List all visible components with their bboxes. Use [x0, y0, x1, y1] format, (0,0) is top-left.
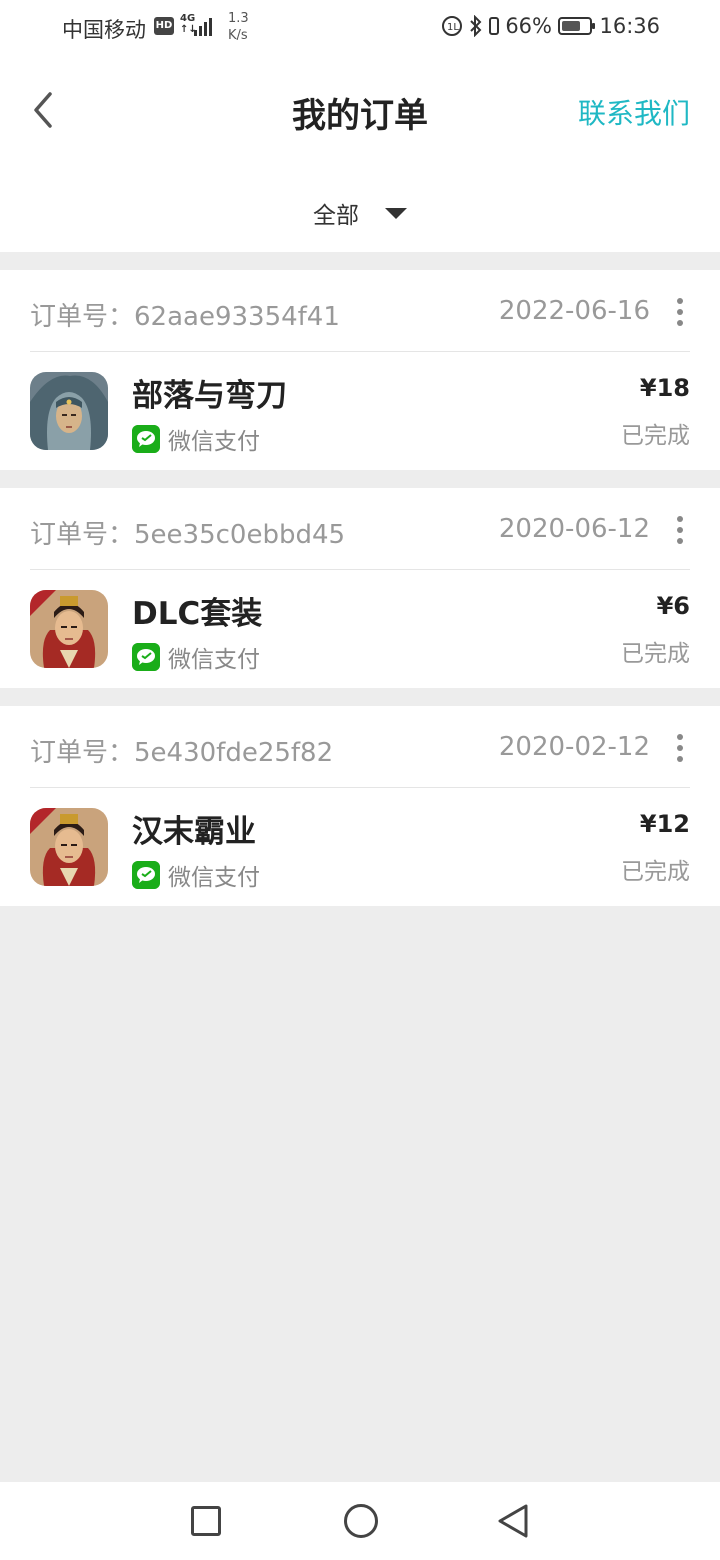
wechat-pay-icon: [132, 861, 160, 889]
game-name: 部落与弯刀: [132, 378, 287, 414]
order-price: ¥18: [639, 374, 690, 402]
hd-badge: HD: [154, 17, 174, 35]
order-status: 已完成: [621, 641, 690, 667]
payment-label: 微信支付: [168, 865, 260, 891]
order-price: ¥6: [656, 592, 690, 620]
order-number: 订单号：5ee35c0ebbd45: [30, 520, 346, 550]
clock: 16:36: [599, 14, 660, 38]
system-navigation-bar: [0, 1482, 720, 1560]
contact-us-link[interactable]: 联系我们: [578, 92, 690, 132]
vibrate-icon: [489, 17, 500, 35]
back-triangle-icon[interactable]: [496, 1502, 530, 1540]
network-speed: 1.3 K/s: [228, 11, 249, 43]
more-options-icon[interactable]: [670, 298, 690, 326]
home-button[interactable]: [344, 1504, 378, 1538]
game-name: DLC套装: [132, 596, 263, 632]
order-card[interactable]: 订单号：62aae93354f41 2022-06-16 部落与弯刀 微信支付: [0, 270, 720, 470]
svg-text:1L: 1L: [447, 22, 459, 33]
wechat-pay-icon: [132, 425, 160, 453]
order-header: 订单号：5ee35c0ebbd45 2020-06-12: [30, 488, 690, 570]
carrier-name: 中国移动: [62, 18, 146, 42]
battery-percent: 66%: [505, 14, 552, 38]
order-header: 订单号：5e430fde25f82 2020-02-12: [30, 706, 690, 788]
game-icon-tribe: [30, 372, 108, 450]
recent-apps-button[interactable]: [191, 1506, 221, 1536]
game-icon-han: [30, 808, 108, 886]
payment-method: 微信支付: [132, 640, 260, 674]
payment-method: 微信支付: [132, 422, 260, 456]
bluetooth-icon: [470, 15, 482, 37]
order-number: 订单号：5e430fde25f82: [30, 738, 334, 768]
order-list: 订单号：62aae93354f41 2022-06-16 部落与弯刀 微信支付: [0, 252, 720, 906]
order-card[interactable]: 订单号：5e430fde25f82 2020-02-12 汉末霸业 微信支付 ¥…: [0, 706, 720, 906]
order-card[interactable]: 订单号：5ee35c0ebbd45 2020-06-12 DLC套装 微信支付 …: [0, 488, 720, 688]
game-name: 汉末霸业: [132, 814, 256, 850]
status-bar: 中国移动 HD 4G ↑↓ 1.3 K/s 1L 66% 16:36: [0, 0, 720, 56]
signal-icon: [194, 18, 212, 36]
payment-label: 微信支付: [168, 647, 260, 673]
battery-icon: [558, 17, 595, 35]
game-icon-han: [30, 590, 108, 668]
order-header: 订单号：62aae93354f41 2022-06-16: [30, 270, 690, 352]
order-status: 已完成: [621, 859, 690, 885]
more-options-icon[interactable]: [670, 516, 690, 544]
order-date: 2020-06-12: [498, 514, 650, 544]
filter-label: 全部: [313, 203, 359, 229]
filter-dropdown[interactable]: 全部: [0, 196, 720, 230]
order-date: 2022-06-16: [498, 296, 650, 326]
order-price: ¥12: [639, 810, 690, 838]
order-date: 2020-02-12: [498, 732, 650, 762]
volte-icon: 1L: [442, 16, 463, 36]
header: 我的订单 联系我们 全部: [0, 56, 720, 252]
wechat-pay-icon: [132, 643, 160, 671]
payment-method: 微信支付: [132, 858, 260, 892]
more-options-icon[interactable]: [670, 734, 690, 762]
status-icons: 1L 66%: [441, 14, 595, 38]
order-status: 已完成: [621, 423, 690, 449]
order-number: 订单号：62aae93354f41: [30, 302, 340, 332]
dropdown-arrow-icon: [385, 207, 407, 219]
payment-label: 微信支付: [168, 429, 260, 455]
